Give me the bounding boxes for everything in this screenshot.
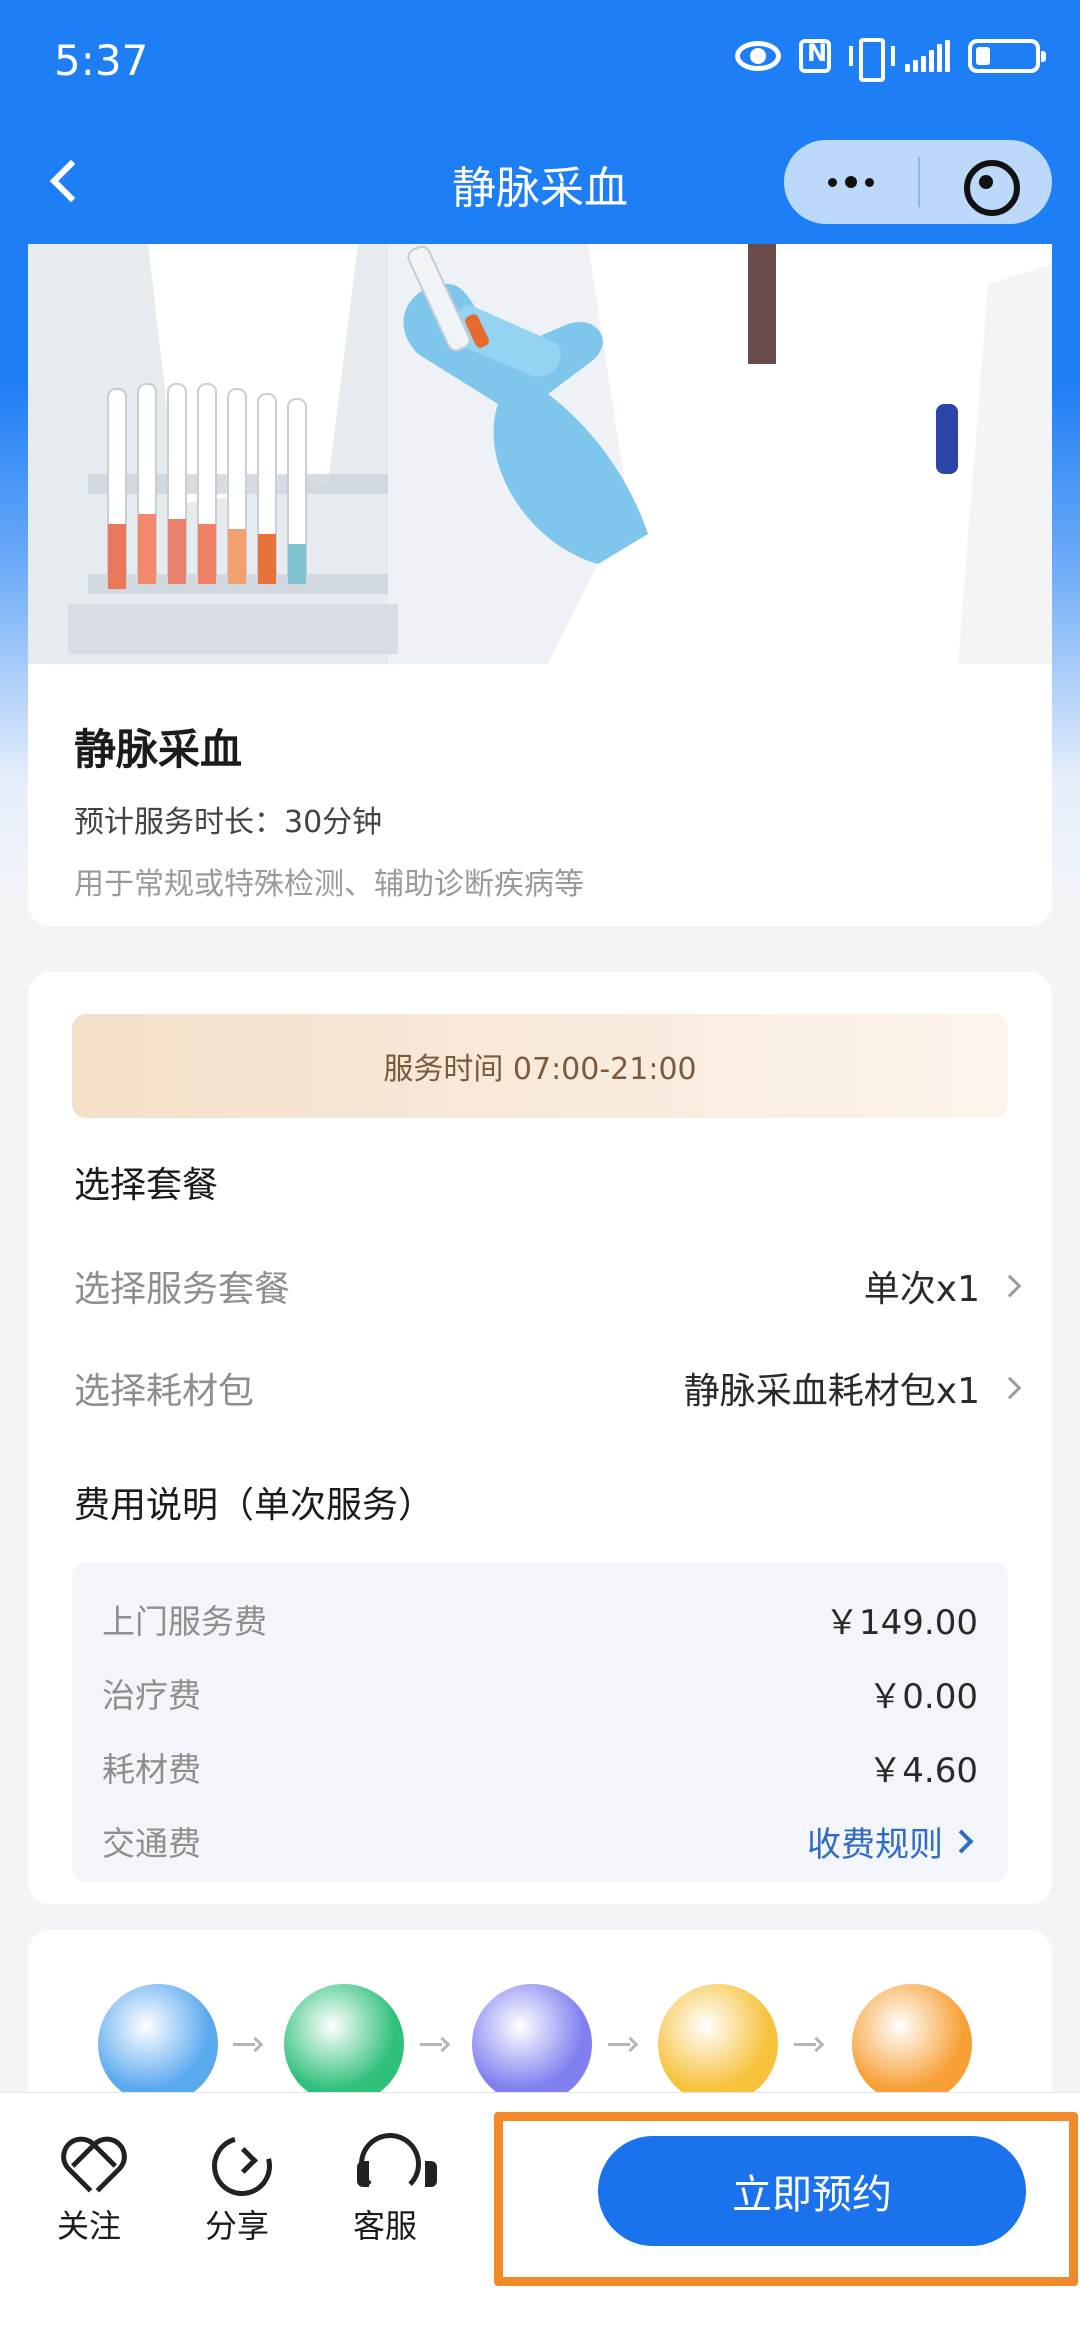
- miniprogram-capsule: [784, 140, 1052, 224]
- service-hours-banner: 服务时间 07:00-21:00: [72, 1014, 1008, 1118]
- checklist-icon: [472, 1984, 592, 2104]
- customer-service-icon: [98, 1984, 218, 2104]
- follow-button[interactable]: 关注: [34, 2129, 144, 2247]
- fee-value: ￥0.00: [868, 1676, 978, 1717]
- share-button[interactable]: 分享: [182, 2129, 292, 2247]
- fee-row: 交通费 收费规则: [102, 1804, 978, 1878]
- fee-label: 上门服务费: [102, 1602, 267, 1641]
- service-info: 静脉采血 预计服务时长：30分钟 用于常规或特殊检测、辅助诊断疾病等: [28, 664, 1052, 903]
- close-miniprogram-icon[interactable]: [920, 140, 1052, 224]
- eye-icon: [735, 41, 781, 71]
- package-section-title: 选择套餐: [74, 1165, 219, 1206]
- share-label: 分享: [204, 2207, 269, 2245]
- follow-label: 关注: [56, 2207, 121, 2245]
- service-package-label: 选择服务套餐: [74, 1269, 291, 1310]
- headset-icon: [353, 2129, 437, 2195]
- service-banner-image: [28, 244, 1052, 664]
- fee-rules-link[interactable]: 收费规则: [807, 1817, 978, 1866]
- service-duration: 预计服务时长：30分钟: [74, 805, 383, 840]
- fee-section-title: 费用说明（单次服务）: [74, 1485, 435, 1526]
- share-icon: [205, 2129, 269, 2193]
- chevron-right-icon: [998, 1376, 1022, 1400]
- nfc-icon: [799, 39, 831, 73]
- package-card: 服务时间 07:00-21:00 选择套餐 选择服务套餐 单次x1 选择耗材包 …: [28, 972, 1052, 1904]
- heart-icon: [57, 2129, 121, 2193]
- chevron-right-icon: [998, 1274, 1022, 1298]
- service-card: 静脉采血 预计服务时长：30分钟 用于常规或特殊检测、辅助诊断疾病等: [28, 244, 1052, 926]
- vibrate-icon: [849, 38, 895, 82]
- fee-label: 交通费: [102, 1824, 201, 1863]
- material-package-selector[interactable]: 选择耗材包 静脉采血耗材包x1: [74, 1358, 1024, 1418]
- service-package-selector[interactable]: 选择服务套餐 单次x1: [74, 1256, 1024, 1316]
- customer-service-button[interactable]: 客服: [330, 2129, 440, 2247]
- fee-row: 耗材费 ￥4.60: [102, 1730, 978, 1804]
- fee-label: 治疗费: [102, 1676, 201, 1715]
- arrow-right-icon: [420, 2038, 450, 2050]
- chevron-right-icon: [949, 1828, 974, 1854]
- status-icons: [735, 38, 1046, 82]
- service-description: 用于常规或特殊检测、辅助诊断疾病等: [74, 867, 584, 902]
- flower-icon: [852, 1984, 972, 2104]
- fee-label: 耗材费: [102, 1750, 201, 1789]
- material-package-value: 静脉采血耗材包x1: [684, 1362, 1024, 1414]
- fee-value: ￥149.00: [825, 1602, 978, 1643]
- status-bar: 5:37: [0, 0, 1080, 120]
- material-package-value-text: 静脉采血耗材包x1: [683, 1371, 980, 1412]
- signal-icon: [905, 40, 950, 72]
- fee-breakdown: 上门服务费 ￥149.00 治疗费 ￥0.00 耗材费 ￥4.60 交通费 收费…: [72, 1562, 1008, 1882]
- nav-bar: 静脉采血: [0, 130, 1080, 230]
- fee-rules-link-text: 收费规则: [807, 1824, 943, 1865]
- material-package-label: 选择耗材包: [74, 1371, 255, 1412]
- arrow-right-icon: [608, 2038, 638, 2050]
- book-now-button[interactable]: 立即预约: [598, 2136, 1026, 2246]
- arrow-right-icon: [233, 2038, 263, 2050]
- battery-icon: [968, 39, 1046, 73]
- payment-receipt-icon: [284, 1984, 404, 2104]
- more-icon[interactable]: [784, 140, 918, 224]
- service-package-value: 单次x1: [864, 1260, 1024, 1312]
- service-name: 静脉采血: [74, 725, 243, 774]
- fee-row: 上门服务费 ￥149.00: [102, 1582, 978, 1656]
- status-time: 5:37: [54, 36, 149, 85]
- arrow-right-icon: [794, 2038, 824, 2050]
- customer-service-label: 客服: [352, 2207, 417, 2245]
- service-package-value-text: 单次x1: [863, 1269, 980, 1310]
- fee-value: ￥4.60: [868, 1750, 978, 1791]
- nurse-icon: [658, 1984, 778, 2104]
- fee-row: 治疗费 ￥0.00: [102, 1656, 978, 1730]
